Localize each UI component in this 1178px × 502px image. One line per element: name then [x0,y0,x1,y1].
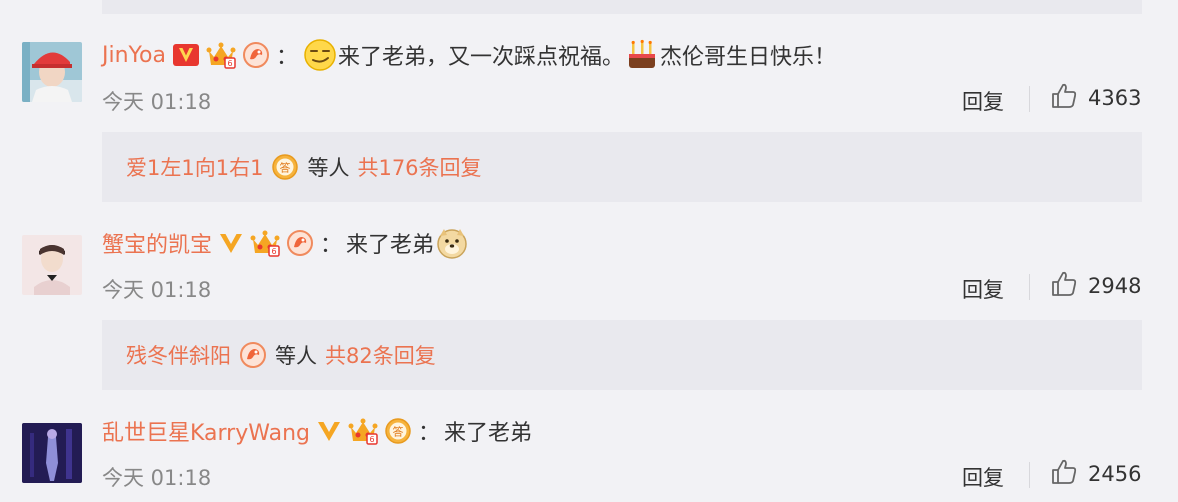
comment-text: 来了老弟，又一次踩点祝福。 [338,45,625,70]
doge-emoji-icon [435,226,469,260]
member-crown-icon[interactable]: 6 [206,41,236,69]
reply-total-link[interactable]: 共176条回复 [357,152,481,182]
reply-middle: 等人 [307,156,350,180]
verified-v-icon[interactable] [218,231,244,255]
fan-badge-icon[interactable] [242,41,270,69]
smirk-emoji-icon [303,38,337,72]
comment-text: 来了老弟 [444,421,533,446]
avatar[interactable] [22,42,82,102]
comment-header: 乱世巨星KarryWang 6 答 ： 来了老弟 [102,413,532,449]
comment-time: 今天 01:18 [102,278,212,302]
like-count: 4363 [1088,86,1142,110]
verified-v-icon[interactable] [172,43,200,67]
reply-total-link[interactable]: 共82条回复 [325,340,436,370]
previous-reply-box [102,0,1142,14]
avatar[interactable] [22,423,82,483]
reply-summary: 残冬伴斜阳 等人 共82条回复 [126,320,436,390]
thumbs-up-icon[interactable] [1050,458,1078,490]
fan-badge-icon[interactable] [286,229,314,257]
like-button[interactable]: 4363 [1050,82,1141,114]
reply-button[interactable]: 回复 [962,274,1004,304]
svg-text:6: 6 [369,435,374,444]
fan-badge-icon[interactable] [239,341,267,369]
avatar[interactable] [22,235,82,295]
svg-text:答: 答 [280,161,291,175]
reply-summary-box[interactable]: 爱1左1向1右1 答 等人 共176条回复 [102,132,1142,202]
reply-summary: 爱1左1向1右1 答 等人 共176条回复 [126,132,482,202]
verified-v-icon[interactable] [316,419,342,443]
thumbs-up-icon[interactable] [1050,270,1078,302]
username[interactable]: JinYoa [102,43,166,68]
username[interactable]: 乱世巨星KarryWang [102,415,310,447]
comment-text-2: 杰伦哥生日快乐！ [660,45,837,70]
answer-badge-icon[interactable]: 答 [271,153,299,181]
username[interactable]: 蟹宝的凯宝 [102,227,212,259]
reply-user[interactable]: 残冬伴斜阳 [126,340,231,370]
divider [1029,462,1030,488]
like-button[interactable]: 2948 [1050,270,1141,302]
svg-text:答: 答 [392,425,403,439]
comment-time: 今天 01:18 [102,90,212,114]
divider [1029,86,1030,112]
comment-text: 来了老弟 [346,233,435,258]
colon: ： [320,233,343,258]
like-button[interactable]: 2456 [1050,458,1141,490]
like-count: 2948 [1088,274,1142,298]
birthday-cake-emoji-icon [625,38,659,72]
reply-button[interactable]: 回复 [962,86,1004,116]
reply-middle: 等人 [275,344,317,368]
reply-button[interactable]: 回复 [962,462,1004,492]
colon: ： [417,421,440,446]
svg-text:6: 6 [271,247,276,256]
answer-badge-icon[interactable]: 答 [384,417,412,445]
reply-user[interactable]: 爱1左1向1右1 [126,152,263,182]
comment-header: JinYoa 6 ： 来了老弟，又一次踩点祝福。 杰伦哥生日快乐！ [102,37,836,73]
svg-text:6: 6 [227,59,232,68]
like-count: 2456 [1088,462,1142,486]
thumbs-up-icon[interactable] [1050,82,1078,114]
comment-header: 蟹宝的凯宝 6 ： 来了老弟 [102,225,470,261]
member-crown-icon[interactable]: 6 [348,417,378,445]
colon: ： [276,45,299,70]
member-crown-icon[interactable]: 6 [250,229,280,257]
reply-summary-box[interactable]: 残冬伴斜阳 等人 共82条回复 [102,320,1142,390]
divider [1029,274,1030,300]
comment-time: 今天 01:18 [102,466,212,490]
